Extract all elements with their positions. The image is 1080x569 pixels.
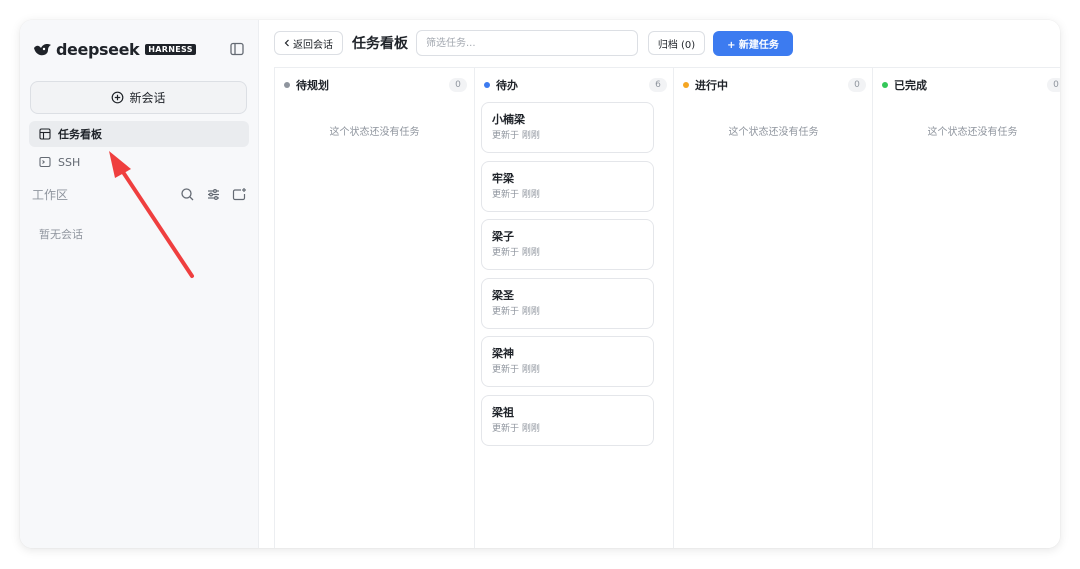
task-card-title: 小楠梁: [492, 113, 525, 126]
sidebar-item-label: SSH: [58, 155, 81, 169]
task-card[interactable]: 梁圣 更新于 刚刚: [481, 277, 654, 329]
new-chat-label: 新会话: [129, 91, 166, 105]
brand-badge: HARNESS: [145, 44, 196, 55]
board-icon: [39, 128, 51, 140]
task-card-title: 梁祖: [492, 405, 514, 419]
task-card[interactable]: 小楠梁 更新于 刚刚: [481, 102, 654, 153]
status-dot-icon: [683, 82, 689, 88]
task-card-updated: 更新于 刚刚: [492, 189, 540, 200]
column-header: 进行中 0: [683, 76, 866, 94]
empty-sessions-text: 暂无会话: [39, 228, 83, 241]
workspace-header: 工作区: [32, 185, 247, 203]
column-empty-text: 这个状态还没有任务: [927, 127, 1018, 138]
sidebar-item-label: 任务看板: [58, 128, 102, 141]
status-dot-icon: [284, 82, 290, 88]
search-icon[interactable]: [180, 187, 195, 202]
column-title: 待规划: [296, 79, 329, 92]
column-count-badge: 0: [449, 78, 467, 92]
sidebar: deepseek HARNESS 新会话 任务看板 SSH 工作区 暂无会话: [20, 20, 259, 548]
brand-name: deepseek: [56, 40, 140, 59]
column-count-badge: 6: [649, 78, 667, 92]
task-card-title: 梁子: [492, 230, 514, 243]
task-card[interactable]: 梁子 更新于 刚刚: [481, 219, 654, 270]
column-count-badge: 0: [1047, 78, 1060, 92]
status-dot-icon: [484, 82, 490, 88]
main-content: 返回会话 任务看板 归档 (0) + 新建任务 待规划 0 这个状态还没有任务 …: [259, 20, 1060, 548]
page-title: 任务看板: [352, 36, 408, 52]
sidebar-toggle-icon[interactable]: [229, 41, 245, 57]
workspace-label: 工作区: [32, 187, 69, 202]
column-in-progress: 进行中 0 这个状态还没有任务: [673, 67, 873, 548]
task-card-title: 梁圣: [492, 288, 514, 302]
whale-logo-icon: [33, 42, 53, 58]
status-dot-icon: [882, 82, 888, 88]
new-chat-button[interactable]: 新会话: [30, 81, 247, 114]
task-card[interactable]: 牢梁 更新于 刚刚: [481, 160, 654, 212]
new-folder-icon[interactable]: [232, 187, 247, 202]
back-to-chat-button[interactable]: 返回会话: [274, 31, 343, 55]
column-empty-text: 这个状态还没有任务: [728, 127, 819, 138]
column-planning: 待规划 0 这个状态还没有任务: [274, 67, 474, 548]
sidebar-item-task-board[interactable]: 任务看板: [29, 121, 249, 147]
task-card-updated: 更新于 刚刚: [492, 131, 540, 141]
archive-button[interactable]: 归档 (0): [648, 31, 705, 55]
app-window: deepseek HARNESS 新会话 任务看板 SSH 工作区 暂无会话 返…: [20, 20, 1060, 548]
task-card-updated: 更新于 刚刚: [492, 248, 540, 258]
column-count-badge: 0: [848, 78, 866, 92]
task-card[interactable]: 梁神 更新于 刚刚: [481, 336, 654, 387]
kanban-board: 待规划 0 这个状态还没有任务 待办 6 小楠梁 更新于 刚刚 牢梁 更新于 刚…: [274, 67, 1060, 548]
filter-sliders-icon[interactable]: [206, 187, 221, 202]
column-todo: 待办 6 小楠梁 更新于 刚刚 牢梁 更新于 刚刚 梁子 更新于 刚刚 梁圣 更…: [474, 67, 674, 548]
task-card-updated: 更新于 刚刚: [492, 306, 540, 317]
sidebar-item-ssh[interactable]: SSH: [29, 149, 249, 175]
task-filter-input[interactable]: [416, 30, 638, 56]
new-task-button[interactable]: + 新建任务: [713, 31, 793, 56]
column-title: 待办: [496, 79, 518, 92]
task-card-updated: 更新于 刚刚: [492, 423, 540, 434]
column-header: 已完成 0: [882, 76, 1060, 94]
column-title: 进行中: [695, 79, 728, 92]
card-list: 小楠梁 更新于 刚刚 牢梁 更新于 刚刚 梁子 更新于 刚刚 梁圣 更新于 刚刚: [481, 102, 654, 453]
task-card-title: 梁神: [492, 347, 514, 360]
chevron-left-icon: [284, 39, 290, 47]
task-card-title: 牢梁: [492, 171, 514, 185]
column-title: 已完成: [894, 79, 927, 92]
column-empty-text: 这个状态还没有任务: [329, 127, 420, 138]
terminal-icon: [39, 156, 51, 168]
toolbar: 返回会话 任务看板 归档 (0) + 新建任务: [259, 20, 1060, 66]
task-card-updated: 更新于 刚刚: [492, 365, 540, 375]
brand-logo: deepseek HARNESS: [33, 40, 196, 59]
task-card[interactable]: 梁祖 更新于 刚刚: [481, 394, 654, 446]
back-label: 返回会话: [293, 39, 333, 51]
plus-circle-icon: [111, 91, 124, 104]
column-header: 待规划 0: [284, 76, 467, 94]
column-done: 已完成 0 这个状态还没有任务: [872, 67, 1060, 548]
column-header: 待办 6: [484, 76, 667, 94]
